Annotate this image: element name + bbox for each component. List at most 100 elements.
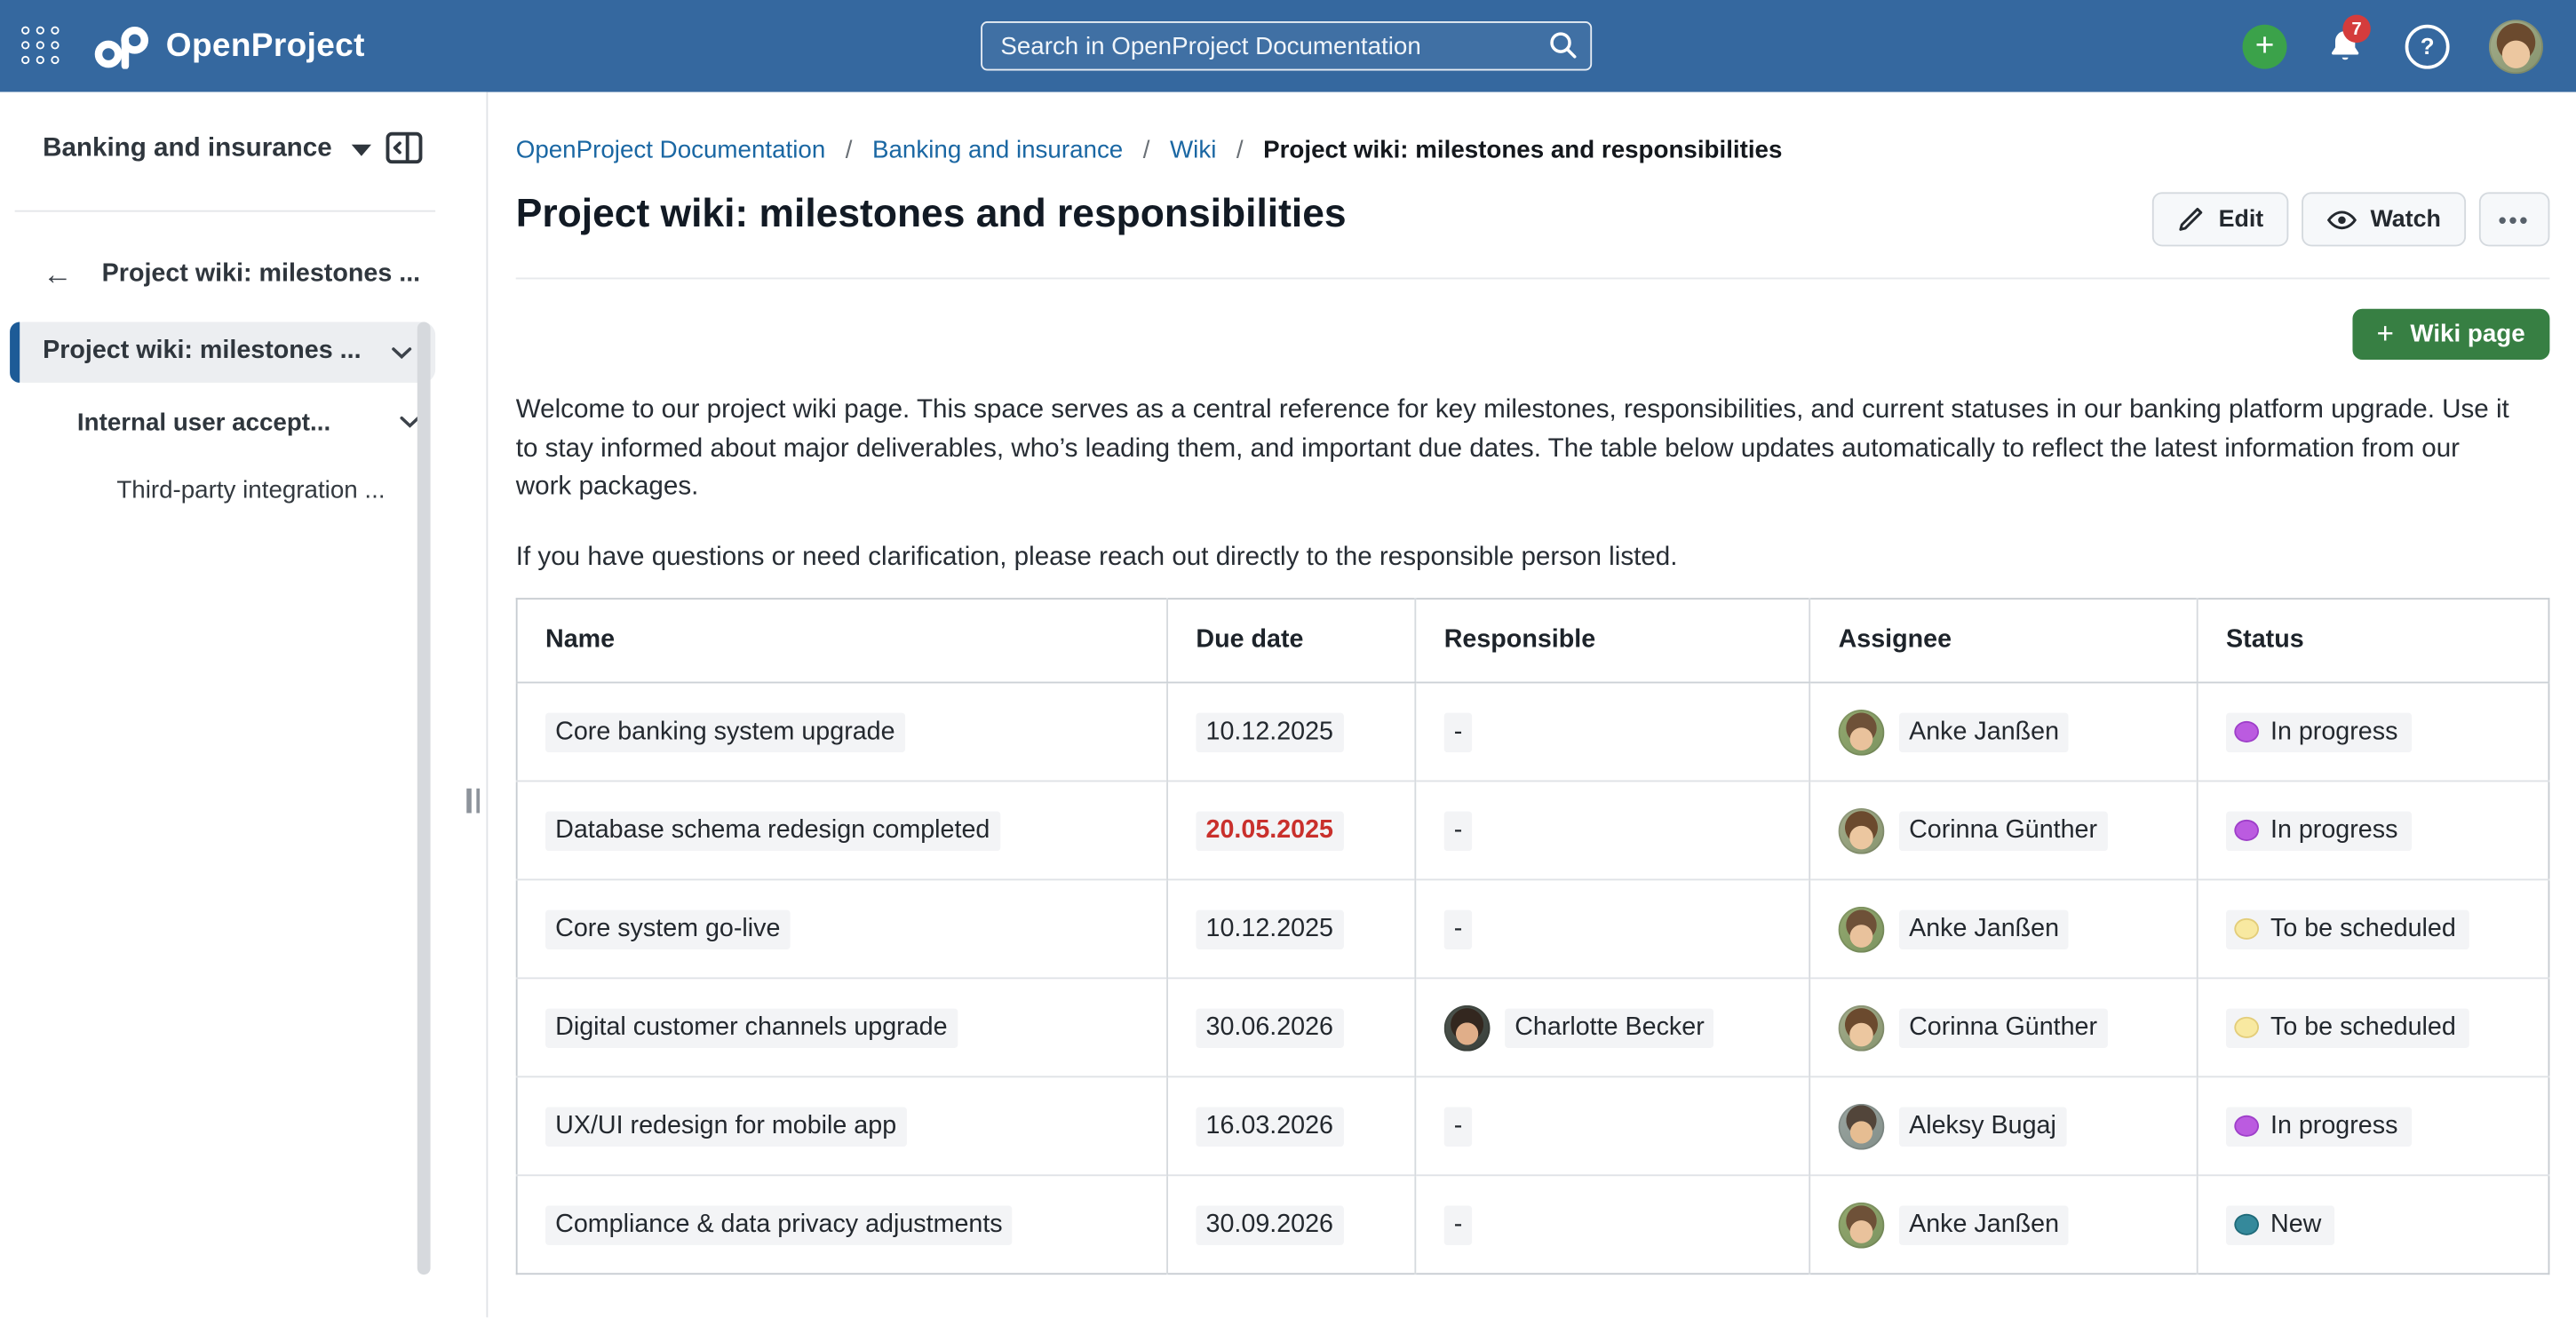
due-date: 30.06.2026 [1196, 1008, 1343, 1047]
back-arrow-icon[interactable]: ← [43, 257, 102, 291]
milestone-name[interactable]: Digital customer channels upgrade [545, 1008, 958, 1047]
user-avatar[interactable] [2489, 19, 2543, 73]
responsible-name[interactable]: Charlotte Becker [1505, 1008, 1714, 1047]
column-header-assignee: Assignee [1809, 599, 2197, 682]
apps-grid-icon[interactable] [21, 27, 60, 66]
status-badge: To be scheduled [2226, 909, 2469, 949]
avatar-corinna-gunther [1839, 807, 1885, 854]
search-input[interactable] [981, 21, 1592, 70]
notifications-button[interactable]: 7 [2326, 27, 2365, 66]
milestone-name[interactable]: UX/UI redesign for mobile app [545, 1107, 906, 1146]
sidebar: Banking and insurance ← Project wiki: mi… [0, 92, 488, 1318]
project-selector[interactable]: Banking and insurance [43, 135, 332, 164]
breadcrumb: OpenProject Documentation / Banking and … [516, 137, 1783, 164]
assignee-name[interactable]: Corinna Günther [1899, 1008, 2107, 1047]
page-actions: Edit Watch ••• [2153, 192, 2550, 246]
status-label: In progress [2270, 1111, 2397, 1140]
avatar-anke-janssen [1839, 906, 1885, 952]
milestone-name[interactable]: Compliance & data privacy adjustments [545, 1205, 1013, 1244]
more-menu-button[interactable]: ••• [2478, 192, 2549, 246]
collapse-sidebar-button[interactable] [385, 128, 424, 167]
milestone-name[interactable]: Core system go-live [545, 909, 791, 949]
wiki-back-item[interactable]: ← Project wiki: milestones ... [43, 253, 453, 296]
collapse-panel-icon [385, 128, 424, 167]
table-row: Digital customer channels upgrade 30.06.… [517, 978, 2549, 1076]
breadcrumb-link-wiki[interactable]: Wiki [1170, 137, 1216, 164]
due-date: 10.12.2025 [1196, 909, 1343, 949]
sidebar-divider [15, 210, 435, 212]
breadcrumb-link-documentation[interactable]: OpenProject Documentation [516, 137, 826, 164]
status-dot [2234, 1017, 2259, 1038]
sidebar-item-third-party-integration[interactable]: Third-party integration ... [116, 470, 385, 509]
notification-count-badge: 7 [2342, 15, 2370, 43]
column-header-name: Name [517, 599, 1167, 682]
breadcrumb-separator: / [1236, 137, 1244, 164]
global-search [981, 21, 1592, 70]
table-row: UX/UI redesign for mobile app 16.03.2026… [517, 1076, 2549, 1175]
responsible-empty: - [1444, 811, 1473, 850]
chevron-down-icon[interactable] [391, 346, 412, 360]
table-header-row: Name Due date Responsible Assignee Statu… [517, 599, 2549, 682]
responsible-empty: - [1444, 1205, 1473, 1244]
main-content: OpenProject Documentation / Banking and … [488, 92, 2576, 1318]
assignee-name[interactable]: Anke Janßen [1899, 1205, 2069, 1244]
milestones-table: Name Due date Responsible Assignee Statu… [516, 598, 2550, 1274]
status-badge: In progress [2226, 811, 2411, 850]
edit-button[interactable]: Edit [2153, 192, 2288, 246]
status-label: To be scheduled [2270, 1012, 2456, 1042]
assignee-name[interactable]: Anke Janßen [1899, 712, 2069, 751]
responsible-empty: - [1444, 909, 1473, 949]
sidebar-item-internal-user-accept[interactable]: Internal user accept... [77, 401, 421, 443]
assignee-name[interactable]: Anke Janßen [1899, 909, 2069, 949]
status-dot [2234, 721, 2259, 742]
sidebar-scrollbar[interactable] [417, 322, 431, 1275]
avatar-anke-janssen [1839, 709, 1885, 755]
plus-icon: + [2376, 317, 2393, 352]
column-header-responsible: Responsible [1415, 599, 1809, 682]
search-icon[interactable] [1549, 31, 1577, 59]
status-label: In progress [2270, 717, 2397, 746]
sidebar-item-label: Project wiki: milestones ... [43, 337, 361, 366]
sidebar-resize-handle[interactable] [466, 789, 480, 814]
assignee-name[interactable]: Corinna Günther [1899, 811, 2107, 850]
status-label: To be scheduled [2270, 914, 2456, 943]
add-wiki-page-button[interactable]: + Wiki page [2352, 309, 2550, 360]
status-dot [2234, 1214, 2259, 1235]
table-row: Core system go-live 10.12.2025 - Anke Ja… [517, 879, 2549, 978]
pencil-icon [2177, 205, 2205, 233]
intro-paragraph: Welcome to our project wiki page. This s… [516, 391, 2514, 506]
global-add-button[interactable]: + [2243, 24, 2287, 68]
breadcrumb-link-project[interactable]: Banking and insurance [872, 137, 1123, 164]
sidebar-item-label: Internal user accept... [77, 409, 400, 436]
milestone-name[interactable]: Core banking system upgrade [545, 712, 905, 751]
logo-text: OpenProject [166, 28, 365, 66]
status-badge: In progress [2226, 712, 2411, 751]
due-date: 10.12.2025 [1196, 712, 1343, 751]
table-row: Database schema redesign completed 20.05… [517, 781, 2549, 879]
content-divider [516, 278, 2550, 280]
table-row: Compliance & data privacy adjustments 30… [517, 1175, 2549, 1274]
openproject-app: OpenProject + 7 ? [0, 0, 2576, 1317]
selected-accent-bar [10, 322, 20, 383]
responsible-empty: - [1444, 712, 1473, 751]
sidebar-item-project-wiki[interactable]: Project wiki: milestones ... [10, 322, 435, 383]
openproject-logo[interactable]: OpenProject [93, 24, 364, 68]
status-badge: New [2226, 1205, 2334, 1244]
status-dot [2234, 1116, 2259, 1137]
sidebar-item-label: Third-party integration ... [116, 475, 385, 503]
status-badge: In progress [2226, 1107, 2411, 1146]
status-dot [2234, 820, 2259, 841]
avatar-anke-janssen [1839, 1202, 1885, 1248]
caret-down-icon[interactable] [352, 144, 371, 155]
topbar-actions: + 7 ? [2243, 0, 2543, 92]
assignee-name[interactable]: Aleksy Bugaj [1899, 1107, 2066, 1146]
avatar-charlotte-becker [1444, 1004, 1491, 1051]
milestone-name[interactable]: Database schema redesign completed [545, 811, 999, 850]
contact-paragraph: If you have questions or need clarificat… [516, 539, 2514, 577]
eye-icon [2326, 206, 2357, 233]
add-wiki-page-label: Wiki page [2410, 321, 2524, 348]
watch-button[interactable]: Watch [2302, 192, 2466, 246]
help-button[interactable]: ? [2405, 24, 2450, 68]
due-date: 16.03.2026 [1196, 1107, 1343, 1146]
status-dot [2234, 918, 2259, 940]
